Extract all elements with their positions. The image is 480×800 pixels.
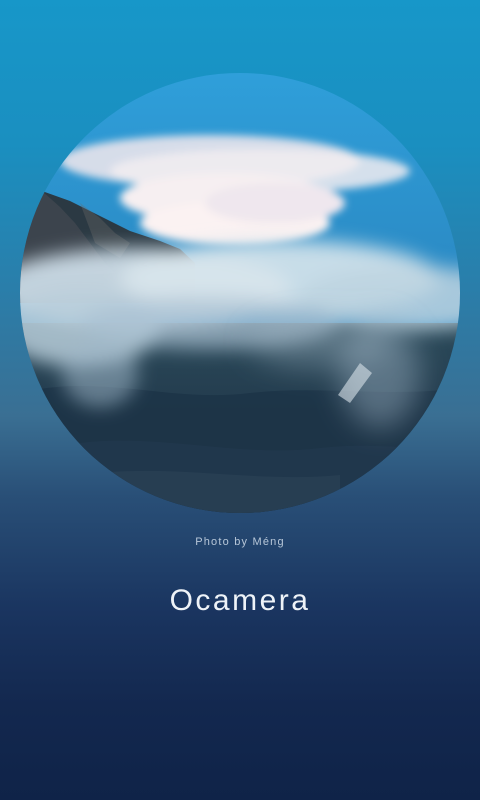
mountain-cloud-photo (20, 73, 460, 513)
photo-credit: Photo by Méng (195, 536, 285, 548)
circular-photo (20, 73, 460, 513)
app-name-title: Ocamera (169, 584, 311, 617)
splash-screen: Photo by Méng Ocamera (0, 0, 480, 800)
